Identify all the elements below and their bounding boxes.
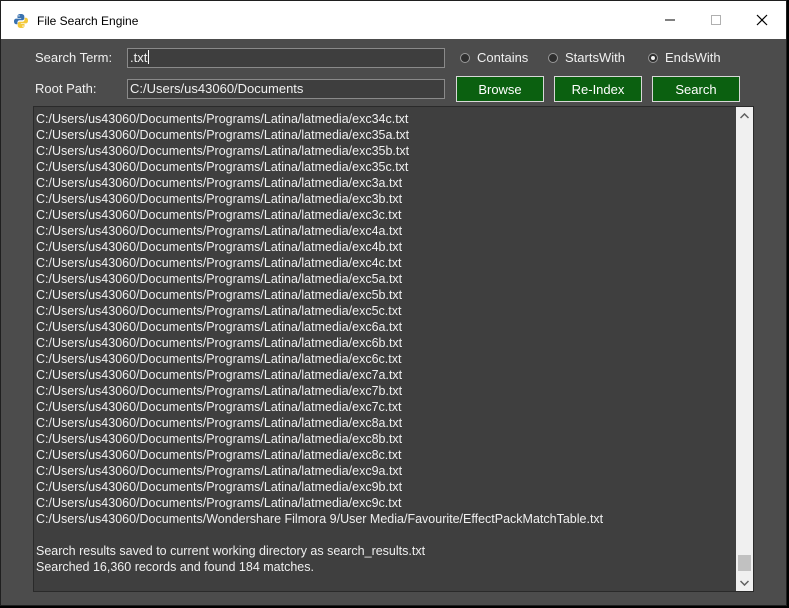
root-path-label: Root Path:	[35, 81, 97, 96]
result-line: C:/Users/us43060/Documents/Programs/Lati…	[36, 240, 403, 254]
result-line: C:/Users/us43060/Documents/Programs/Lati…	[36, 464, 403, 478]
search-term-label: Search Term:	[35, 50, 113, 65]
python-icon	[13, 13, 29, 29]
saved-message: Search results saved to current working …	[36, 544, 426, 558]
result-line: C:/Users/us43060/Documents/Programs/Lati…	[36, 208, 402, 222]
browse-button[interactable]: Browse	[456, 76, 544, 102]
results-textbox[interactable]: C:/Users/us43060/Documents/Programs/Lati…	[33, 106, 754, 592]
result-line: C:/Users/us43060/Documents/Programs/Lati…	[36, 112, 409, 126]
radio-startswith-label: StartsWith	[565, 50, 625, 65]
reindex-button[interactable]: Re-Index	[554, 76, 642, 102]
result-line: C:/Users/us43060/Documents/Programs/Lati…	[36, 352, 402, 366]
result-line: C:/Users/us43060/Documents/Programs/Lati…	[36, 384, 403, 398]
search-term-value: .txt	[130, 50, 148, 65]
maximize-button[interactable]	[693, 1, 739, 39]
result-line: C:/Users/us43060/Documents/Programs/Lati…	[36, 368, 403, 382]
root-path-input[interactable]: C:/Users/us43060/Documents	[127, 79, 445, 99]
radio-contains[interactable]: Contains	[460, 50, 528, 65]
minimize-button[interactable]	[647, 1, 693, 39]
radio-endswith-label: EndsWith	[665, 50, 721, 65]
scroll-up-button[interactable]	[736, 107, 753, 124]
result-line: C:/Users/us43060/Documents/Programs/Lati…	[36, 160, 409, 174]
result-line: C:/Users/us43060/Documents/Programs/Lati…	[36, 176, 403, 190]
close-button[interactable]	[739, 1, 785, 39]
results-content: C:/Users/us43060/Documents/Programs/Lati…	[36, 111, 736, 575]
chevron-up-icon	[740, 112, 749, 119]
result-line: C:/Users/us43060/Documents/Programs/Lati…	[36, 256, 402, 270]
result-line: C:/Users/us43060/Documents/Programs/Lati…	[36, 336, 403, 350]
minimize-icon	[665, 19, 675, 21]
title-bar: File Search Engine	[1, 1, 786, 39]
chevron-down-icon	[740, 579, 749, 586]
result-line: C:/Users/us43060/Documents/Programs/Lati…	[36, 128, 410, 142]
result-line: C:/Users/us43060/Documents/Programs/Lati…	[36, 272, 403, 286]
result-line: C:/Users/us43060/Documents/Programs/Lati…	[36, 448, 402, 462]
result-line: C:/Users/us43060/Documents/Programs/Lati…	[36, 400, 402, 414]
maximize-icon	[711, 15, 721, 25]
close-icon	[756, 14, 768, 26]
radio-endswith-indicator	[648, 52, 658, 63]
scroll-thumb[interactable]	[738, 555, 751, 571]
radio-startswith-indicator	[548, 52, 558, 63]
radio-startswith[interactable]: StartsWith	[548, 50, 625, 65]
summary-message: Searched 16,360 records and found 184 ma…	[36, 560, 314, 574]
radio-contains-label: Contains	[477, 50, 529, 65]
window-title: File Search Engine	[37, 14, 139, 28]
search-button[interactable]: Search	[652, 76, 740, 102]
result-line: C:/Users/us43060/Documents/Programs/Lati…	[36, 304, 402, 318]
result-line: C:/Users/us43060/Documents/Programs/Lati…	[36, 224, 403, 238]
scroll-down-button[interactable]	[736, 574, 753, 591]
result-line: C:/Users/us43060/Documents/Programs/Lati…	[36, 320, 403, 334]
result-line: C:/Users/us43060/Documents/Programs/Lati…	[36, 144, 410, 158]
main-panel: Search Term: .txt Contains StartsWith En…	[8, 39, 780, 595]
result-line: C:/Users/us43060/Documents/Programs/Lati…	[36, 432, 403, 446]
result-line: C:/Users/us43060/Documents/Programs/Lati…	[36, 480, 403, 494]
result-line: C:/Users/us43060/Documents/Programs/Lati…	[36, 288, 403, 302]
radio-endswith[interactable]: EndsWith	[648, 50, 721, 65]
results-scrollbar[interactable]	[736, 107, 753, 591]
result-line: C:/Users/us43060/Documents/Programs/Lati…	[36, 416, 403, 430]
root-path-value: C:/Users/us43060/Documents	[130, 81, 304, 96]
search-term-input[interactable]: .txt	[127, 48, 445, 68]
result-line: C:/Users/us43060/Documents/Programs/Lati…	[36, 192, 403, 206]
result-line: C:/Users/us43060/Documents/Programs/Lati…	[36, 496, 402, 510]
result-line: C:/Users/us43060/Documents/Wondershare F…	[36, 512, 604, 526]
app-window: File Search Engine Search Term: .txt Con…	[0, 0, 787, 606]
radio-contains-indicator	[460, 52, 470, 63]
